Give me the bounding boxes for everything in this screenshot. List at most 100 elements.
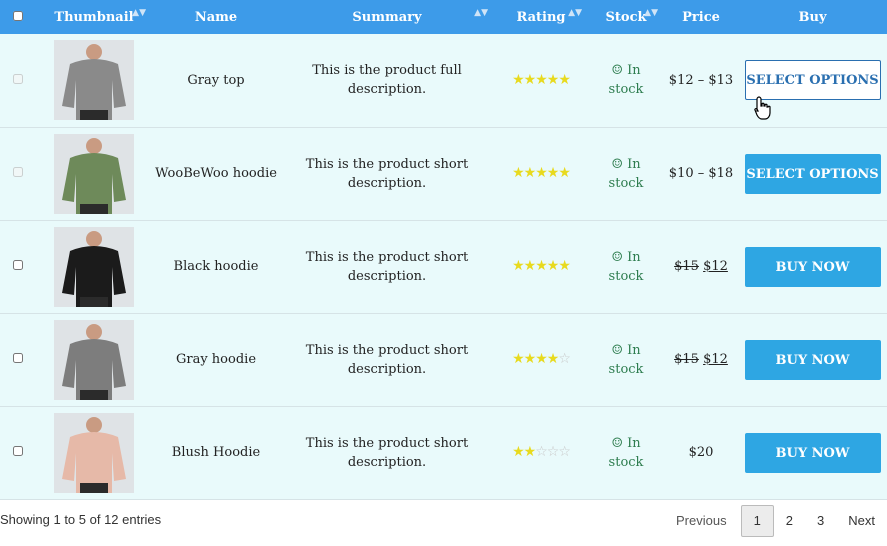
product-thumbnail[interactable]	[54, 226, 134, 307]
header-rating[interactable]: Rating ▲▼	[494, 0, 588, 34]
pagination: Previous 1 2 3 Next	[664, 505, 887, 537]
price-cell: $20	[664, 406, 738, 499]
product-summary: This is the product short description.	[305, 249, 469, 284]
header-summary[interactable]: Summary ▲▼	[280, 0, 494, 34]
star-filled-icon: ★	[546, 71, 560, 88]
star-filled-icon: ★	[558, 258, 571, 274]
star-filled-icon: ★	[535, 165, 548, 181]
row-select-cell	[0, 220, 36, 313]
stock-status: ☺ In stock	[608, 435, 644, 470]
buy-button[interactable]: SELECT OPTIONS	[744, 60, 881, 101]
star-empty-icon: ☆	[546, 444, 560, 460]
table-footer: Showing 1 to 5 of 12 entries Previous 1 …	[0, 500, 887, 546]
product-name[interactable]: Gray top	[152, 34, 280, 127]
stock-status: ☺ In stock	[608, 156, 644, 191]
thumbnail-cell	[36, 313, 152, 406]
rating-cell: ★★★★☆	[494, 313, 588, 406]
price-cell: $12 – $13	[664, 34, 738, 127]
previous-page-button[interactable]: Previous	[664, 506, 739, 536]
price-cell: $10 – $18	[664, 127, 738, 220]
header-buy: Buy	[798, 9, 827, 25]
buy-button[interactable]: SELECT OPTIONS	[744, 153, 881, 194]
star-filled-icon: ★	[512, 71, 525, 88]
sort-icon: ▲▼	[132, 8, 146, 18]
star-empty-icon: ☆	[558, 444, 571, 460]
page-button-3[interactable]: 3	[805, 506, 836, 536]
star-filled-icon: ★	[535, 258, 548, 274]
sort-icon: ▲▼	[568, 8, 582, 18]
star-filled-icon: ★	[546, 165, 560, 181]
star-filled-icon: ★	[546, 258, 560, 274]
stock-status: ☺ In stock	[608, 342, 644, 377]
rating-stars: ★★★★☆	[512, 351, 571, 367]
rating-stars: ★★☆☆☆	[512, 444, 571, 460]
header-stock[interactable]: Stock ▲▼	[588, 0, 664, 34]
product-thumbnail[interactable]	[54, 40, 134, 121]
row-checkbox[interactable]	[13, 73, 23, 84]
thumbnail-cell	[36, 220, 152, 313]
next-page-button[interactable]: Next	[836, 506, 887, 536]
product-name[interactable]: Gray hoodie	[152, 313, 280, 406]
star-filled-icon: ★	[558, 71, 571, 88]
star-filled-icon: ★	[523, 165, 537, 181]
buy-cell: SELECT OPTIONS	[738, 127, 887, 220]
row-checkbox[interactable]	[13, 446, 23, 456]
rating-cell: ★★★★★	[494, 34, 588, 127]
row-checkbox[interactable]	[13, 353, 23, 363]
product-thumbnail[interactable]	[54, 319, 134, 400]
thumbnail-cell	[36, 406, 152, 499]
product-summary: This is the product short description.	[305, 156, 469, 191]
star-filled-icon: ★	[535, 71, 548, 88]
header-price[interactable]: Price	[664, 0, 738, 34]
buy-cell: BUY NOW	[738, 220, 887, 313]
buy-button[interactable]: BUY NOW	[744, 339, 881, 380]
table-header: Thumbnail ▲▼ Name Summary ▲▼ Rating ▲▼ Stoc…	[0, 0, 887, 34]
rating-stars: ★★★★★	[512, 258, 571, 274]
price: $20	[688, 445, 714, 460]
buy-cell: BUY NOW	[738, 313, 887, 406]
header-thumbnail[interactable]: Thumbnail ▲▼	[36, 0, 152, 34]
buy-button[interactable]: BUY NOW	[744, 246, 881, 287]
star-filled-icon: ★	[523, 258, 537, 274]
row-checkbox[interactable]	[13, 167, 23, 177]
rating-cell: ★★★★★	[494, 127, 588, 220]
page-button-2[interactable]: 2	[774, 506, 805, 536]
old-price: $15	[674, 352, 699, 367]
price-cell: $15 $12	[664, 220, 738, 313]
product-thumbnail[interactable]	[54, 133, 134, 214]
product-name[interactable]: Black hoodie	[152, 220, 280, 313]
sale-price: $12	[703, 352, 728, 367]
star-empty-icon: ☆	[558, 351, 571, 367]
header-name[interactable]: Name	[152, 0, 280, 34]
star-filled-icon: ★	[512, 165, 525, 181]
thumbnail-cell	[36, 34, 152, 127]
product-name[interactable]: Blush Hoodie	[152, 406, 280, 499]
product-summary: This is the product short description.	[305, 435, 469, 470]
row-select-cell	[0, 127, 36, 220]
product-summary: This is the product full description.	[312, 63, 462, 98]
page-button-1[interactable]: 1	[740, 505, 774, 537]
table-row: Black hoodie This is the product short d…	[0, 220, 887, 313]
select-all-checkbox[interactable]	[13, 10, 23, 21]
rating-cell: ★★☆☆☆	[494, 406, 588, 499]
rating-stars: ★★★★★	[512, 165, 571, 181]
stock-status: ☺ In stock	[608, 63, 644, 98]
rating-cell: ★★★★★	[494, 220, 588, 313]
product-summary: This is the product short description.	[305, 342, 469, 377]
stock-status: ☺ In stock	[608, 249, 644, 284]
star-filled-icon: ★	[523, 444, 537, 460]
row-select-cell	[0, 406, 36, 499]
product-name[interactable]: WooBeWoo hoodie	[152, 127, 280, 220]
product-thumbnail[interactable]	[54, 412, 134, 493]
star-empty-icon: ☆	[535, 444, 548, 460]
table-row: Blush Hoodie This is the product short d…	[0, 406, 887, 499]
star-filled-icon: ★	[558, 165, 571, 181]
hand-cursor-icon	[754, 96, 771, 120]
table-row: WooBeWoo hoodie This is the product shor…	[0, 127, 887, 220]
star-filled-icon: ★	[546, 351, 560, 367]
sort-icon: ▲▼	[474, 8, 488, 18]
row-checkbox[interactable]	[13, 260, 23, 270]
buy-button[interactable]: BUY NOW	[744, 432, 881, 473]
price: $10 – $18	[668, 166, 734, 181]
entries-info: Showing 1 to 5 of 12 entries	[0, 512, 162, 527]
